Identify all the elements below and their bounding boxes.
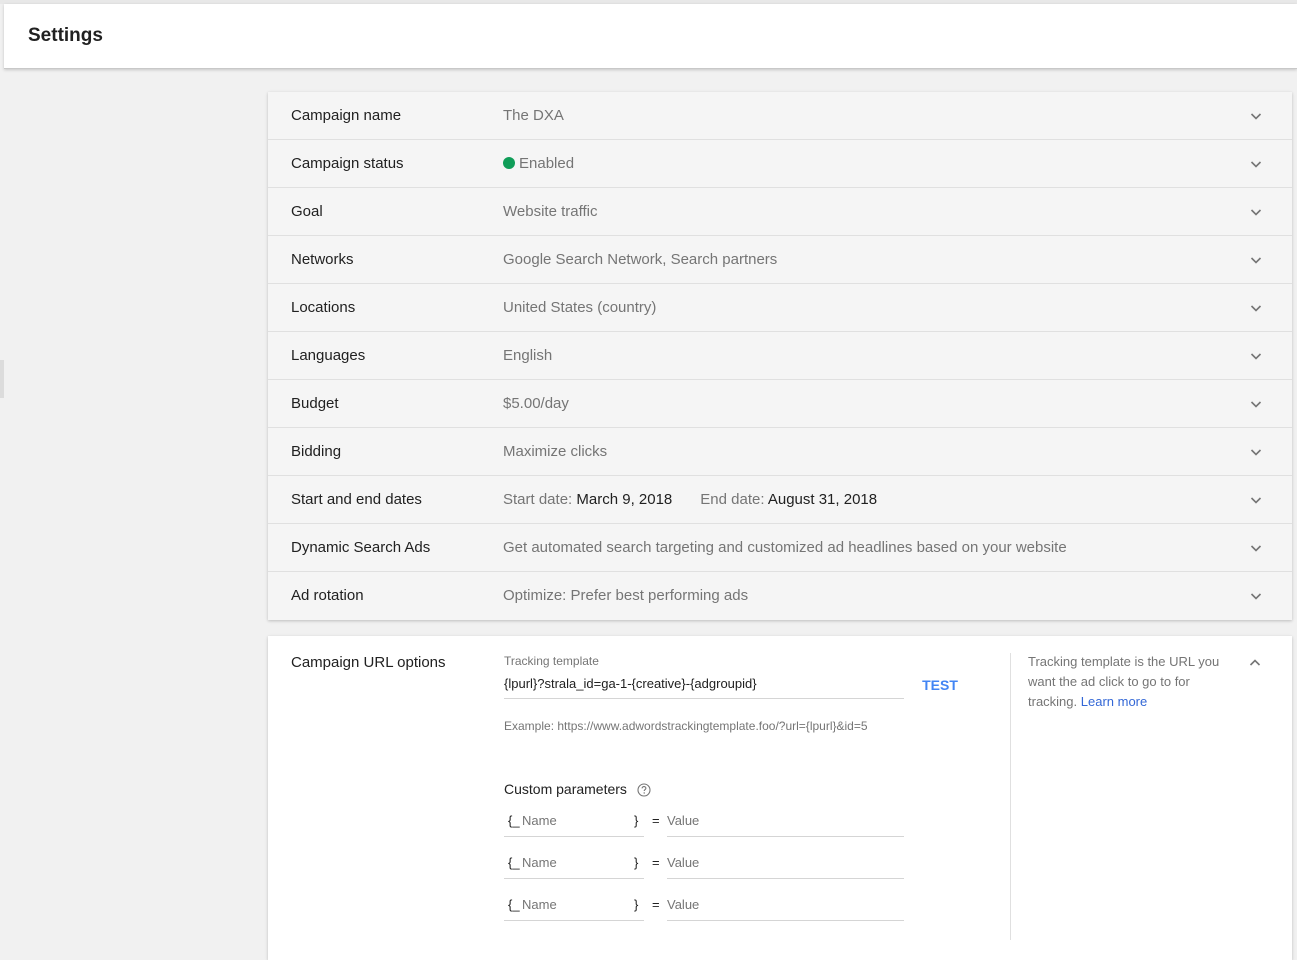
setting-value: Maximize clicks [503,443,608,460]
setting-label: Locations [291,299,356,316]
setting-row-ad-rotation[interactable]: Ad rotation Optimize: Prefer best perfor… [268,572,1292,620]
page-header: Settings [4,4,1297,69]
param-value-underline [667,836,904,837]
setting-label: Networks [291,251,354,268]
setting-value: United States (country) [503,299,657,316]
setting-label: Goal [291,203,323,220]
param-value-input[interactable]: Value [667,897,699,912]
custom-parameters-title: Custom parameters [504,781,627,797]
campaign-url-options-card: Campaign URL options Tracking template {… [268,636,1292,960]
tracking-template-input[interactable]: {lpurl}?strala_id=ga-1-{creative}-{adgro… [504,676,757,691]
param-equals: = [652,897,660,912]
page-title: Settings [28,25,103,46]
tracking-template-underline [504,698,904,699]
setting-row-dates[interactable]: Start and end dates Start date: March 9,… [268,476,1292,524]
status-text: Enabled [519,155,575,172]
setting-row-networks[interactable]: Networks Google Search Network, Search p… [268,236,1292,284]
chevron-down-icon[interactable] [1250,158,1262,170]
param-brace-close: } [634,897,639,912]
chevron-down-icon[interactable] [1250,446,1262,458]
chevron-down-icon[interactable] [1250,590,1262,602]
side-rail-handle [0,360,4,398]
custom-parameter-row: {_ Name } = Value [504,891,904,921]
setting-row-bidding[interactable]: Bidding Maximize clicks [268,428,1292,476]
setting-label: Start and end dates [291,491,422,508]
setting-label: Dynamic Search Ads [291,539,431,556]
chevron-down-icon[interactable] [1250,254,1262,266]
param-equals: = [652,855,660,870]
section-label: Campaign URL options [291,654,446,671]
custom-parameter-row: {_ Name } = Value [504,849,904,879]
setting-value: $5.00/day [503,395,569,412]
param-value-input[interactable]: Value [667,855,699,870]
chevron-down-icon[interactable] [1250,398,1262,410]
setting-label: Campaign name [291,107,402,124]
setting-value: Enabled [503,155,574,172]
setting-value: Get automated search targeting and custo… [503,539,1067,556]
setting-row-locations[interactable]: Locations United States (country) [268,284,1292,332]
setting-label: Bidding [291,443,342,460]
status-dot-icon [503,157,515,169]
end-date-label: End date: [700,491,765,508]
setting-value: Google Search Network, Search partners [503,251,778,268]
settings-panel: Campaign name The DXA Campaign status En… [268,92,1292,620]
setting-value: English [503,347,553,364]
start-date-label: Start date: [503,491,573,508]
setting-value: Start date: March 9, 2018 End date: Augus… [503,491,877,508]
param-brace-open: {_ [508,855,520,870]
param-name-input[interactable]: Name [522,813,557,828]
setting-row-languages[interactable]: Languages English [268,332,1292,380]
start-date-value: March 9, 2018 [576,491,673,508]
chevron-down-icon[interactable] [1250,350,1262,362]
tracking-template-example: Example: https://www.adwordstrackingtemp… [504,719,868,733]
setting-value: Website traffic [503,203,598,220]
param-name-underline [504,878,644,879]
learn-more-link[interactable]: Learn more [1081,694,1147,709]
param-name-input[interactable]: Name [522,855,557,870]
param-brace-close: } [634,855,639,870]
setting-value: Optimize: Prefer best performing ads [503,587,749,604]
setting-label: Ad rotation [291,587,364,604]
chevron-down-icon[interactable] [1250,110,1262,122]
setting-row-goal[interactable]: Goal Website traffic [268,188,1292,236]
param-value-underline [667,920,904,921]
param-name-underline [504,920,644,921]
help-circle-icon[interactable] [637,783,651,797]
chevron-down-icon[interactable] [1250,542,1262,554]
param-value-underline [667,878,904,879]
setting-label: Campaign status [291,155,404,172]
param-name-input[interactable]: Name [522,897,557,912]
setting-label: Budget [291,395,339,412]
tracking-template-caption: Tracking template [504,654,599,668]
chevron-up-icon[interactable] [1249,656,1261,668]
setting-row-campaign-name[interactable]: Campaign name The DXA [268,92,1292,140]
setting-row-dynamic-search-ads[interactable]: Dynamic Search Ads Get automated search … [268,524,1292,572]
setting-label: Languages [291,347,366,364]
param-brace-open: {_ [508,813,520,828]
end-date-value: August 31, 2018 [767,491,878,508]
help-divider [1010,653,1011,940]
param-equals: = [652,813,660,828]
setting-row-campaign-status[interactable]: Campaign status Enabled [268,140,1292,188]
param-value-input[interactable]: Value [667,813,699,828]
chevron-down-icon[interactable] [1250,494,1262,506]
tracking-template-help: Tracking template is the URL you want th… [1028,652,1228,712]
setting-row-budget[interactable]: Budget $5.00/day [268,380,1292,428]
param-brace-open: {_ [508,897,520,912]
test-button[interactable]: TEST [918,677,962,697]
chevron-down-icon[interactable] [1250,206,1262,218]
param-name-underline [504,836,644,837]
custom-parameter-row: {_ Name } = Value [504,807,904,837]
setting-value: The DXA [503,107,564,124]
chevron-down-icon[interactable] [1250,302,1262,314]
param-brace-close: } [634,813,639,828]
